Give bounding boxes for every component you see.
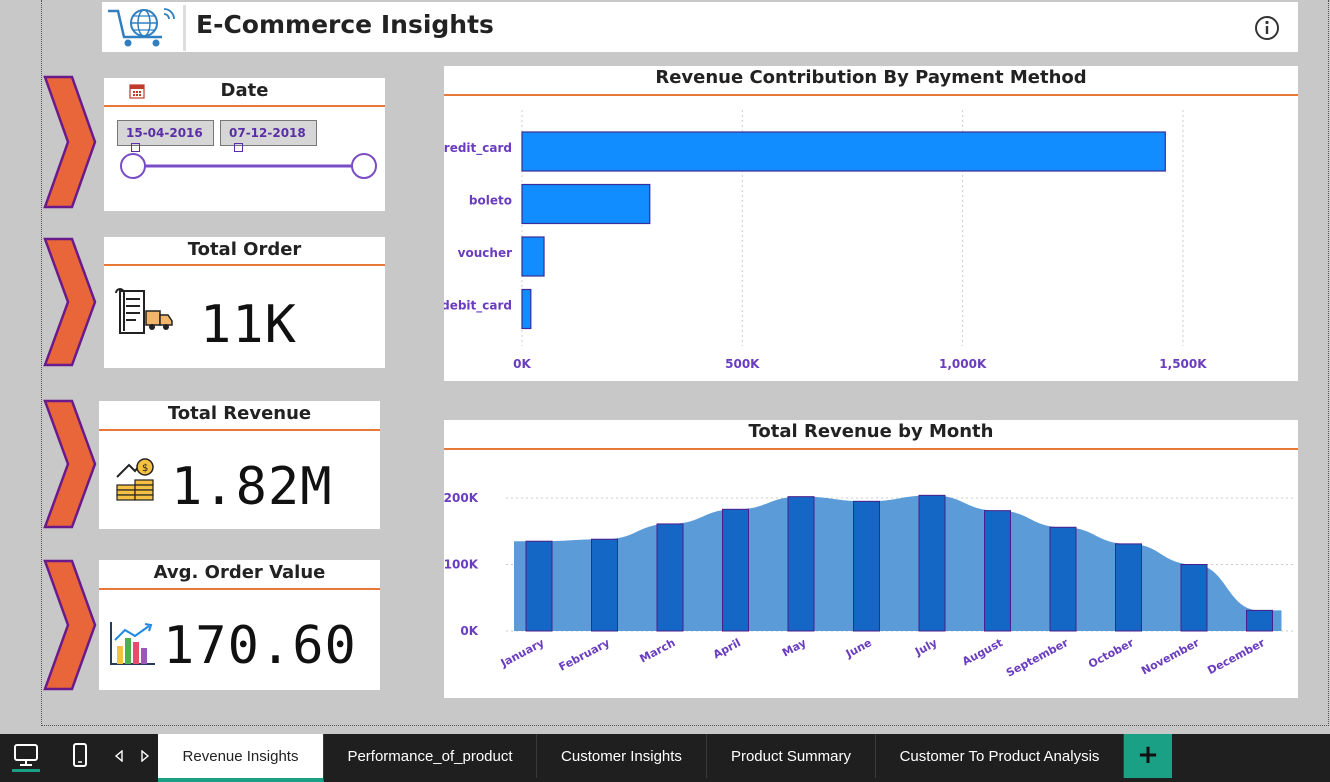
svg-text:$: $ [142,463,148,474]
x-tick-label: 0K [513,357,531,371]
x-tick-label: June [843,636,874,661]
bar[interactable] [521,288,532,330]
cart-globe-icon [108,8,175,47]
title-rule [104,264,385,266]
revenue-coins-icon: $ [116,458,154,501]
x-tick-label: 1,500K [1159,357,1207,371]
month-bar[interactable] [722,508,749,632]
logo [102,5,186,51]
chevron-decor-2 [43,237,97,367]
revenue-area [514,495,1282,631]
kpi-value: 1.82M [171,457,333,517]
x-tick-label: August [960,636,1005,668]
info-icon[interactable] [1254,15,1280,41]
payment-method-plot: 0K 500K 1,000K 1,500K credit_cardboleto vouch… [444,110,1207,371]
bar[interactable] [521,183,651,225]
kpi-total-revenue: Total Revenue $ 1.82M [99,401,380,529]
category-label: debit_card [444,299,512,314]
month-bar[interactable] [525,540,553,632]
date-slicer: Date 15-04-2016 07-12-2018 [104,78,385,211]
chevron-decor-1 [43,75,97,209]
kpi-total-order: Total Order 11K [104,237,385,368]
chart-title: Revenue Contribution By Payment Method [655,67,1087,88]
bar[interactable] [521,236,545,277]
title-rule [99,588,380,590]
add-page-button[interactable]: + [1124,734,1172,778]
chart-title: Total Revenue by Month [748,421,994,442]
kpi-avg-order-value: Avg. Order Value 170.60 [99,560,380,690]
y-tick-label: 0K [460,624,478,638]
kpi-value: 170.60 [163,616,357,676]
x-tick-label: April [711,636,743,661]
report-canvas: E-Commerce Insights Date 15-04-2016 07-1… [0,0,1330,734]
tab-customer-to-product-analysis[interactable]: Customer To Product Analysis [876,734,1124,778]
order-receipt-truck-icon [115,288,173,334]
prev-page-icon[interactable] [114,750,124,762]
page-title: E-Commerce Insights [196,10,494,39]
bar[interactable] [521,131,1166,172]
tab-performance-of-product[interactable]: Performance_of_product [324,734,537,778]
tab-product-summary[interactable]: Product Summary [707,734,876,778]
phone-view-icon[interactable] [72,742,88,768]
month-bar[interactable] [1246,609,1273,632]
x-tick-label: December [1205,636,1267,677]
page-navigator: Revenue Insights Performance_of_product … [0,734,1330,782]
chevron-decor-4 [43,559,97,691]
date-range-slider[interactable] [118,152,380,180]
kpi-value: 11K [200,295,297,355]
month-bar[interactable] [656,523,684,632]
desktop-view-icon[interactable] [12,742,40,772]
title-rule [104,105,385,107]
end-date-value: 07-12-2018 [229,126,306,140]
tab-customer-insights[interactable]: Customer Insights [537,734,707,778]
x-tick-label: July [912,636,939,659]
category-label: credit_card [444,141,512,156]
y-tick-label: 200K [444,491,479,505]
month-bar[interactable] [1115,543,1142,632]
month-bar[interactable] [591,538,618,632]
kpi-title: Avg. Order Value [153,562,326,583]
end-date-input[interactable]: 07-12-2018 [220,120,317,152]
month-bar[interactable] [1049,526,1077,632]
x-tick-label: September [1004,636,1071,680]
calendar-small-icon [131,143,140,152]
x-tick-label: November [1139,636,1202,678]
x-tick-label: 1,000K [939,357,987,371]
start-date-value: 15-04-2016 [126,126,203,140]
start-date-input[interactable]: 15-04-2016 [117,120,214,152]
kpi-title: Total Order [187,239,302,260]
month-bar[interactable] [787,496,815,632]
chevron-decor-3 [43,399,97,529]
calendar-small-icon [234,143,243,152]
month-bar[interactable] [984,510,1011,632]
slider-end-handle[interactable] [351,153,377,179]
date-slicer-title: Date [220,80,269,101]
x-tick-label: March [638,636,678,665]
report-header: E-Commerce Insights [102,2,1298,52]
x-tick-label: February [557,636,612,674]
month-bar[interactable] [1180,564,1208,632]
month-bar[interactable] [853,500,880,632]
title-rule [99,429,380,431]
bar-chart-icon [110,622,155,665]
x-tick-label: January [498,636,547,670]
tab-revenue-insights[interactable]: Revenue Insights [158,734,324,782]
slider-start-handle[interactable] [120,153,146,179]
x-tick-label: May [780,636,808,659]
y-tick-label: 100K [444,558,479,572]
kpi-title: Total Revenue [167,403,312,424]
month-bar[interactable] [918,494,946,632]
category-label: boleto [469,194,512,208]
next-page-icon[interactable] [140,750,150,762]
monthly-revenue-chart: Total Revenue by Month 0K 100K 200K January… [444,420,1298,698]
payment-method-chart: Revenue Contribution By Payment Method 0… [444,66,1298,381]
x-tick-label: 500K [725,357,760,371]
x-tick-label: October [1086,636,1136,671]
monthly-revenue-plot: 0K 100K 200K January February March April May Ju… [444,491,1294,680]
category-label: voucher [458,246,512,260]
